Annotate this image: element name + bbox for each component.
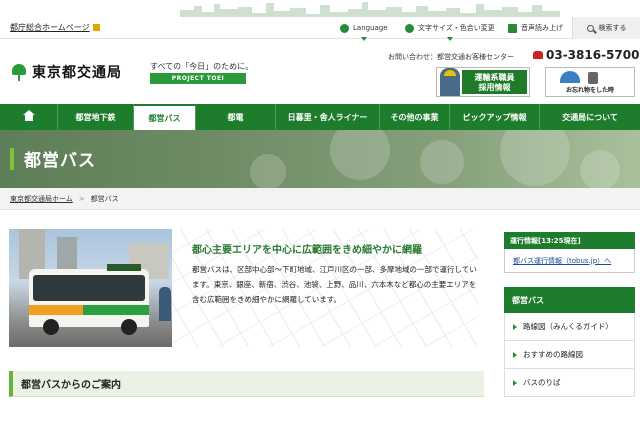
bus-menu-header: 都営バス	[504, 287, 635, 313]
text-size-color-menu[interactable]: 文字サイズ・色合い変更	[405, 17, 495, 41]
speaker-icon	[508, 23, 517, 33]
section-title: 都営バスからのご案内	[9, 371, 484, 397]
chevron-right-icon	[513, 351, 517, 358]
breadcrumb-separator: >	[78, 194, 85, 203]
chevron-down-icon	[360, 37, 367, 41]
home-icon	[22, 109, 35, 122]
phone-icon	[533, 51, 543, 59]
breadcrumb: 東京都交通局ホーム > 都営バス	[0, 188, 640, 210]
ginkgo-logo-icon	[10, 63, 28, 81]
main-heading: 都心主要エリアを中心に広範囲をきめ細やかに網羅	[192, 245, 422, 256]
hero-accent-bar	[10, 148, 14, 170]
operation-info-link[interactable]: 都バス運行情報（tobus.jp）へ	[504, 249, 635, 273]
nav-home[interactable]	[0, 104, 58, 130]
tokyo-gov-home-link[interactable]: 都庁総合ホームページ	[10, 22, 100, 33]
site-logo[interactable]: 東京都交通局	[10, 62, 122, 82]
contact-label: お問い合わせ：都営交通お客様センター	[388, 53, 514, 61]
nav-subway[interactable]: 都営地下鉄	[58, 104, 134, 130]
sidebar-item-route-map[interactable]: 路線図（みんくるガイド）	[504, 313, 635, 341]
toei-bus-photo	[9, 229, 172, 347]
nav-about[interactable]: 交通局について	[540, 104, 640, 130]
umbrella-icon	[560, 71, 580, 83]
lost-item-banner-text: お忘れ物をした時	[565, 87, 614, 94]
nav-toden[interactable]: 都電	[196, 104, 276, 130]
skyline-decoration	[180, 2, 560, 17]
breadcrumb-home[interactable]: 東京都交通局ホーム	[10, 194, 73, 204]
page-hero: 都営バス	[0, 130, 640, 188]
language-menu[interactable]: Language	[340, 17, 388, 41]
globe-icon	[340, 23, 349, 33]
operation-info-header: 運行情報[13:25現在]	[504, 232, 635, 249]
phone-device-icon	[588, 72, 598, 84]
project-toei-badge: PROJECT TOEI	[150, 73, 246, 84]
chevron-right-icon	[513, 379, 517, 386]
nav-liner[interactable]: 日暮里・舎人ライナー	[276, 104, 380, 130]
breadcrumb-current: 都営バス	[90, 194, 119, 203]
page-title: 都営バス	[24, 151, 96, 171]
phone-number: 03-3816-5700	[533, 48, 639, 62]
global-nav: 都営地下鉄 都営バス 都電 日暮里・舎人ライナー その他の事業 ピックアップ情報…	[0, 104, 640, 130]
main-paragraph: 都営バスは、区部中心部〜下町地域、江戸川区の一部、多摩地域の一部で運行しています…	[192, 265, 477, 304]
recruit-banner[interactable]: 運輸系職員 採用情報	[436, 67, 530, 97]
chevron-right-icon	[513, 323, 517, 330]
nav-pickup[interactable]: ピックアップ情報	[450, 104, 540, 130]
tagline: すべての「今日」のために。	[150, 62, 254, 71]
nav-bus[interactable]: 都営バス	[134, 104, 196, 130]
search-button[interactable]: 検索する	[572, 17, 640, 39]
recruit-banner-text: 運輸系職員 採用情報	[462, 70, 527, 94]
lost-item-banner[interactable]: お忘れ物をした時	[545, 67, 635, 97]
sidebar-item-bus-stops[interactable]: バスのりば	[504, 369, 635, 397]
search-icon	[586, 24, 594, 32]
speech-button[interactable]: 音声読み上げ	[508, 17, 563, 39]
nav-other-business[interactable]: その他の事業	[380, 104, 450, 130]
sidebar: 運行情報[13:25現在] 都バス運行情報（tobus.jp）へ 都営バス 路線…	[504, 232, 635, 397]
worker-illustration	[440, 68, 460, 96]
gear-icon	[405, 23, 414, 33]
sidebar-item-recommended-routes[interactable]: おすすめの路線図	[504, 341, 635, 369]
chevron-down-icon	[446, 37, 453, 41]
external-link-icon	[92, 24, 100, 31]
